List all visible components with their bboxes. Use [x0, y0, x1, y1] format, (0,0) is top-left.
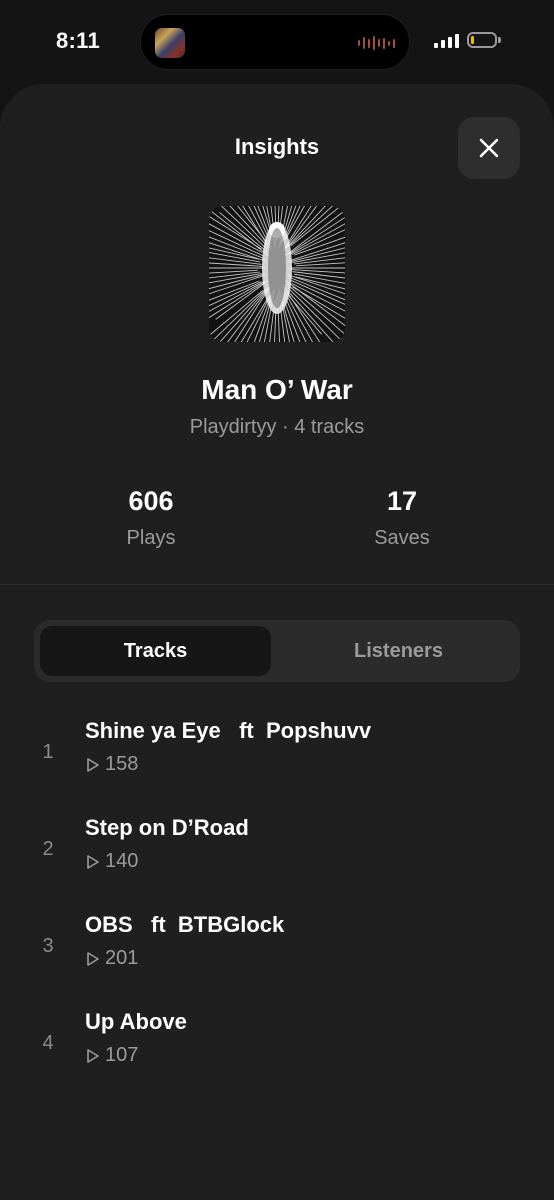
dynamic-island[interactable] — [140, 14, 410, 70]
saves-label: Saves — [374, 527, 430, 549]
track-play-count: 201 — [105, 947, 139, 969]
saves-count: 17 — [386, 486, 418, 516]
tab-listeners[interactable]: Listeners — [283, 626, 514, 676]
tab-tracks[interactable]: Tracks — [40, 626, 271, 676]
plays-label: Plays — [126, 527, 176, 549]
track-title: Up Above — [85, 1009, 187, 1034]
track-number: 4 — [42, 1032, 54, 1054]
track-title: OBS ft BTBGlock — [85, 912, 285, 937]
cellular-signal-icon — [434, 34, 459, 48]
track-plays: 107 — [85, 1044, 138, 1067]
waveform-icon — [358, 35, 395, 51]
plays-stat: 606 Plays — [51, 486, 251, 550]
track-number: 3 — [42, 935, 54, 957]
tab-switcher: Tracks Listeners — [34, 620, 520, 682]
track-row[interactable]: 1 Shine ya Eye ft Popshuvv 158 — [0, 718, 554, 788]
saves-stat: 17 Saves — [302, 486, 502, 550]
track-number: 2 — [42, 838, 54, 860]
play-icon — [87, 951, 99, 966]
track-title: Step on D’Road — [85, 815, 249, 840]
track-plays: 140 — [85, 850, 138, 873]
now-playing-artwork — [155, 28, 185, 58]
play-icon — [87, 854, 99, 869]
track-plays: 201 — [85, 947, 138, 970]
close-button[interactable] — [458, 117, 520, 179]
insights-sheet: Insights Man O’ War Playdirtyy · 4 track… — [0, 84, 554, 1200]
battery-level — [471, 36, 474, 44]
close-icon — [479, 138, 499, 158]
plays-count: 606 — [128, 486, 174, 516]
track-play-count: 107 — [105, 1044, 139, 1066]
album-title: Man O’ War — [201, 374, 353, 405]
track-title: Shine ya Eye ft Popshuvv — [85, 718, 372, 743]
play-icon — [87, 1048, 99, 1063]
track-play-count: 140 — [105, 850, 139, 872]
battery-icon — [467, 32, 501, 48]
divider — [0, 584, 554, 585]
track-play-count: 158 — [105, 753, 139, 775]
album-cover — [209, 206, 345, 342]
track-row[interactable]: 3 OBS ft BTBGlock 201 — [0, 912, 554, 982]
status-bar: 8:11 — [0, 0, 554, 84]
status-time: 8:11 — [56, 28, 101, 53]
play-icon — [87, 757, 99, 772]
track-number: 1 — [42, 741, 54, 763]
track-row[interactable]: 4 Up Above 107 — [0, 1009, 554, 1079]
album-meta: Playdirtyy · 4 tracks — [189, 416, 365, 438]
track-row[interactable]: 2 Step on D’Road 140 — [0, 815, 554, 885]
track-plays: 158 — [85, 753, 138, 776]
